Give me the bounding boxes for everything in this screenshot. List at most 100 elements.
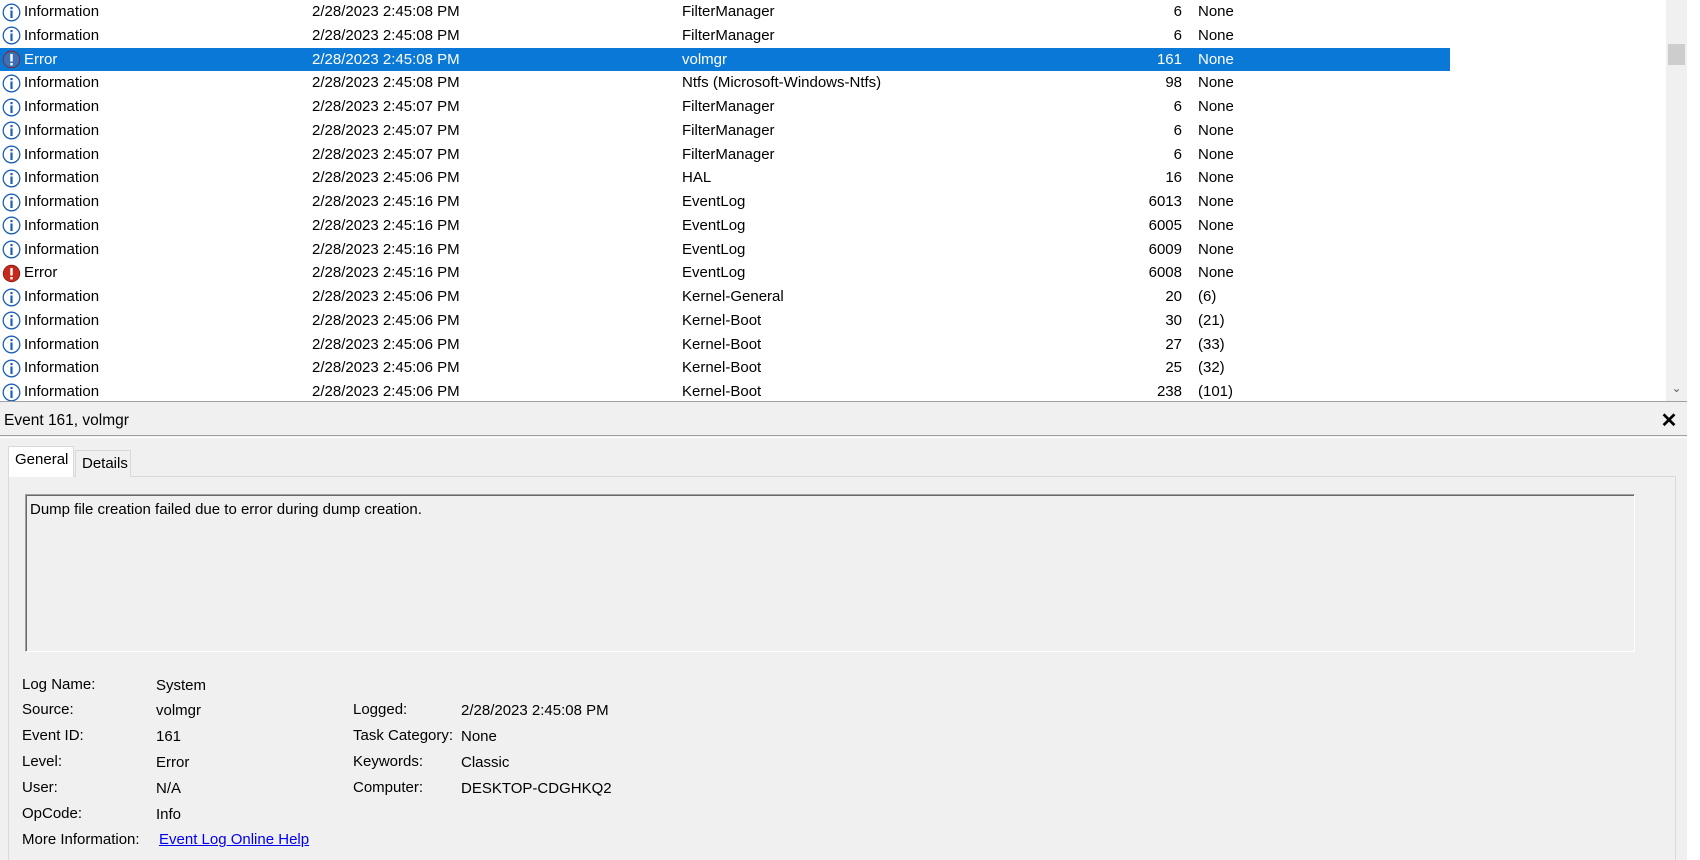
event-date: 2/28/2023 2:45:07 PM [312, 145, 460, 163]
event-source: volmgr [682, 50, 728, 68]
close-icon[interactable]: ✕ [1658, 410, 1680, 432]
logged-label: Logged: [353, 701, 408, 718]
event-row[interactable]: Information 2/28/2023 2:45:06 PM Kernel-Bo… [0, 333, 1450, 357]
event-row[interactable]: Information 2/28/2023 2:45:06 PM Kernel-Bo… [0, 380, 1450, 401]
event-level: Information [24, 240, 100, 258]
user-value: N/A [156, 780, 182, 797]
event-row[interactable]: Information 2/28/2023 2:45:06 PM Kernel-Bo… [0, 356, 1450, 380]
event-category: (21) [1198, 311, 1225, 329]
event-id: 16 [1165, 169, 1182, 187]
log-name-label: Log Name: [22, 676, 96, 693]
event-level: Information [24, 383, 100, 400]
event-row[interactable]: Error 2/28/2023 2:45:16 PM EventLog 6008 Non… [0, 261, 1450, 285]
vertical-scrollbar[interactable]: ⌄ [1666, 0, 1687, 401]
event-date: 2/28/2023 2:45:06 PM [312, 359, 460, 377]
event-level: Information [24, 359, 100, 377]
task-category-label: Task Category: [353, 727, 454, 744]
event-date: 2/28/2023 2:45:08 PM [312, 26, 460, 44]
event-category: (33) [1198, 335, 1225, 353]
info-icon [2, 335, 21, 354]
event-category: None [1198, 74, 1234, 92]
event-row[interactable]: Information 2/28/2023 2:45:07 PM FilterMan… [0, 95, 1450, 119]
keywords-label: Keywords: [353, 753, 424, 770]
event-source: HAL [682, 169, 712, 187]
event-date: 2/28/2023 2:45:07 PM [312, 98, 460, 115]
info-icon [2, 311, 21, 330]
event-source: EventLog [682, 216, 746, 234]
event-row[interactable]: Information 2/28/2023 2:45:06 PM HAL 16 None [0, 166, 1450, 190]
event-source: FilterManager [682, 121, 775, 139]
event-level: Information [24, 335, 100, 353]
event-level: Information [24, 74, 100, 92]
divider [0, 437, 1687, 438]
event-level: Error [24, 264, 58, 282]
event-id: 6 [1173, 26, 1182, 44]
event-row[interactable]: Information 2/28/2023 2:45:06 PM Kernel-Ge… [0, 285, 1450, 309]
event-source: Kernel-General [682, 288, 784, 305]
divider [0, 435, 1687, 436]
event-date: 2/28/2023 2:45:16 PM [312, 193, 460, 210]
event-category: None [1198, 121, 1234, 139]
event-category: (101) [1198, 383, 1234, 400]
event-level: Information [24, 288, 100, 305]
event-row[interactable]: Information 2/28/2023 2:45:07 PM FilterMan… [0, 119, 1450, 143]
event-source: EventLog [682, 193, 746, 210]
info-icon [2, 121, 21, 140]
tab-general[interactable]: General [8, 446, 74, 477]
event-date: 2/28/2023 2:45:06 PM [312, 288, 460, 305]
event-date: 2/28/2023 2:45:08 PM [312, 50, 460, 68]
event-source: Kernel-Boot [682, 335, 762, 353]
event-id: 6 [1173, 98, 1182, 115]
event-list[interactable]: Information 2/28/2023 2:45:08 PM FilterMan… [0, 0, 1687, 401]
info-icon [2, 74, 21, 93]
info-icon [2, 98, 21, 116]
event-row[interactable]: Information 2/28/2023 2:45:08 PM FilterMan… [0, 0, 1450, 24]
level-value: Error [156, 754, 190, 771]
event-row[interactable]: Error 2/28/2023 2:45:08 PM volmgr 161 None [0, 47, 1450, 72]
scrollbar-thumb[interactable] [1668, 44, 1685, 65]
event-date: 2/28/2023 2:45:08 PM [312, 3, 460, 20]
event-message: Dump file creation failed due to error d… [30, 501, 422, 518]
event-level: Information [24, 216, 100, 234]
event-category: None [1198, 264, 1234, 282]
event-level: Information [24, 145, 100, 163]
event-row[interactable]: Information 2/28/2023 2:45:08 PM FilterMan… [0, 24, 1450, 48]
event-row[interactable]: Information 2/28/2023 2:45:16 PM EventLog 6… [0, 214, 1450, 238]
event-category: None [1198, 50, 1234, 68]
event-message-box[interactable]: Dump file creation failed due to error d… [25, 494, 1635, 652]
detail-title: Event 161, volmgr [4, 412, 129, 429]
event-category: None [1198, 98, 1234, 115]
event-category: (32) [1198, 359, 1225, 377]
info-icon [2, 169, 21, 188]
event-id: 98 [1165, 74, 1182, 92]
event-source: Kernel-Boot [682, 383, 762, 400]
error-icon [2, 264, 21, 282]
computer-value: DESKTOP-CDGHKQ2 [461, 780, 612, 797]
source-value: volmgr [156, 702, 202, 719]
event-row[interactable]: Information 2/28/2023 2:45:16 PM EventLog 6… [0, 190, 1450, 214]
event-category: None [1198, 216, 1234, 234]
event-source: FilterManager [682, 3, 775, 20]
event-source: Kernel-Boot [682, 311, 762, 329]
event-source: Ntfs (Microsoft-Windows-Ntfs) [682, 74, 882, 92]
event-source: FilterManager [682, 26, 775, 44]
event-date: 2/28/2023 2:45:16 PM [312, 216, 460, 234]
event-row[interactable]: Information 2/28/2023 2:45:08 PM Ntfs (Mic… [0, 71, 1450, 95]
event-row[interactable]: Information 2/28/2023 2:45:06 PM Kernel-Bo… [0, 309, 1450, 333]
opcode-value: Info [156, 806, 182, 823]
event-date: 2/28/2023 2:45:06 PM [312, 383, 460, 400]
info-icon [2, 216, 21, 235]
event-row[interactable]: Information 2/28/2023 2:45:07 PM FilterMan… [0, 143, 1450, 167]
event-id: 25 [1165, 359, 1182, 377]
event-level: Information [24, 26, 100, 44]
info-icon [2, 145, 21, 164]
event-id: 6 [1173, 121, 1182, 139]
event-source: Kernel-Boot [682, 359, 762, 377]
error-icon [2, 50, 21, 69]
event-log-help-link[interactable]: Event Log Online Help [159, 830, 309, 850]
tab-details[interactable]: Details [75, 450, 131, 477]
scroll-down-icon[interactable]: ⌄ [1666, 380, 1687, 397]
event-row[interactable]: Information 2/28/2023 2:45:16 PM EventLog 6… [0, 238, 1450, 262]
event-level: Information [24, 169, 100, 187]
event-date: 2/28/2023 2:45:16 PM [312, 264, 460, 282]
